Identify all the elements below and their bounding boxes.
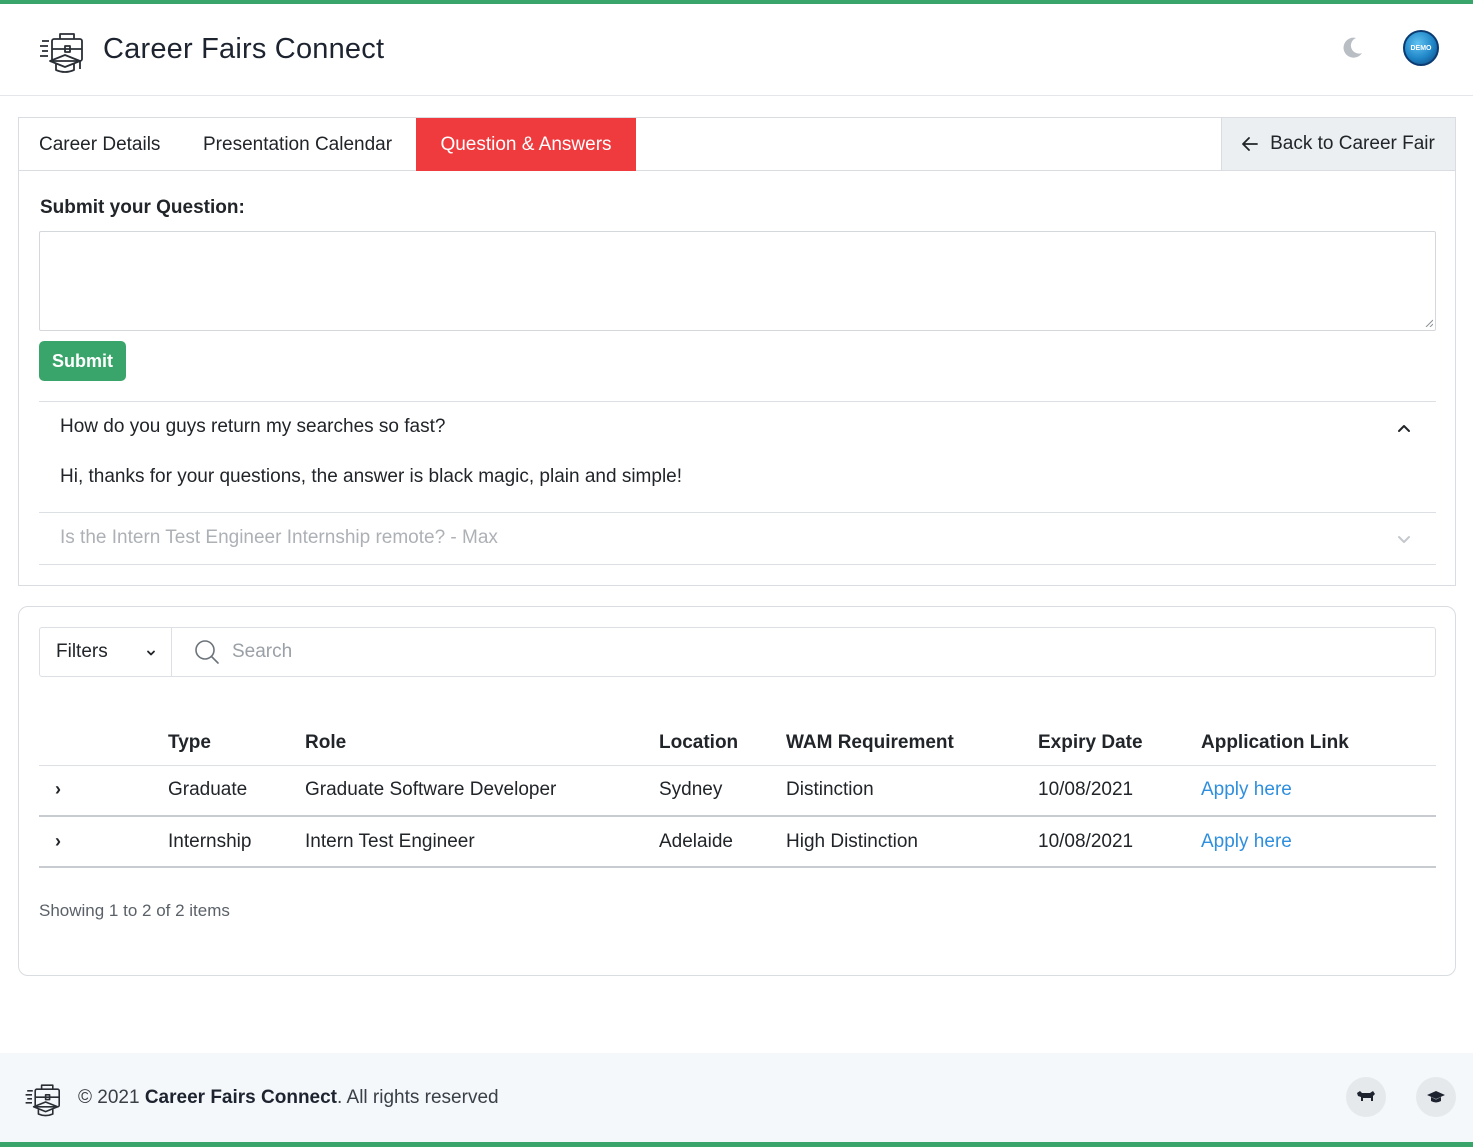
- jobs-table-card: Filters Type Role Location WAM Requireme…: [18, 606, 1456, 976]
- jobs-table: Type Role Location WAM Requirement Expir…: [39, 721, 1436, 868]
- qa-question[interactable]: Is the Intern Test Engineer Internship r…: [60, 527, 498, 549]
- pagination-summary: Showing 1 to 2 of 2 items: [39, 901, 230, 920]
- question-textarea[interactable]: [39, 231, 1436, 331]
- expand-column-header: [39, 721, 168, 766]
- brand[interactable]: Career Fairs Connect: [38, 25, 384, 75]
- app-title: Career Fairs Connect: [103, 33, 385, 65]
- header-actions: DEMO: [1339, 30, 1439, 66]
- column-header-application-link[interactable]: Application Link: [1201, 721, 1436, 766]
- graduation-cap-icon: [1427, 1091, 1445, 1103]
- bottom-accent-strip: [0, 1142, 1473, 1147]
- social-button-graduation[interactable]: [1416, 1077, 1456, 1117]
- filters-dropdown[interactable]: Filters: [40, 628, 172, 676]
- chevron-down-icon: [147, 650, 155, 656]
- cell-application-link: Apply here: [1201, 765, 1436, 817]
- tab-question-answers[interactable]: Question & Answers: [416, 118, 636, 171]
- app-header: Career Fairs Connect DEMO: [0, 4, 1473, 96]
- search-input[interactable]: [232, 641, 1132, 663]
- cell-type: Internship: [168, 816, 305, 868]
- column-header-expiry[interactable]: Expiry Date: [1038, 721, 1201, 766]
- cell-wam: Distinction: [786, 765, 1038, 817]
- apply-link[interactable]: Apply here: [1201, 831, 1292, 852]
- copyright-brand: Career Fairs Connect: [144, 1086, 338, 1108]
- back-button-label: Back to Career Fair: [1270, 133, 1435, 154]
- qa-card: Career Details Presentation Calendar Que…: [18, 117, 1456, 586]
- copyright-prefix: © 2021: [78, 1086, 145, 1108]
- qa-answer: Hi, thanks for your questions, the answe…: [60, 466, 683, 487]
- submit-button[interactable]: Submit: [39, 341, 126, 381]
- cell-location: Adelaide: [659, 816, 786, 868]
- table-header-row: Type Role Location WAM Requirement Expir…: [39, 721, 1436, 766]
- qa-accordion-item: How do you guys return my searches so fa…: [39, 401, 1436, 513]
- copyright-text: © 2021 Career Fairs Connect. All rights …: [78, 1087, 499, 1109]
- expand-row-icon[interactable]: ›: [55, 779, 61, 800]
- cell-type: Graduate: [168, 765, 305, 817]
- expand-row-icon[interactable]: ›: [55, 831, 61, 852]
- arrow-left-icon: [1242, 137, 1259, 151]
- cell-role: Intern Test Engineer: [305, 816, 659, 868]
- bull-icon: [1357, 1091, 1375, 1101]
- tab-career-details[interactable]: Career Details: [19, 118, 180, 171]
- cell-expiry: 10/08/2021: [1038, 765, 1201, 817]
- table-row: › Graduate Graduate Software Developer S…: [39, 765, 1436, 817]
- column-header-wam[interactable]: WAM Requirement: [786, 721, 1038, 766]
- cell-role: Graduate Software Developer: [305, 765, 659, 817]
- chevron-down-icon[interactable]: [1396, 531, 1412, 547]
- cell-expiry: 10/08/2021: [1038, 816, 1201, 868]
- column-header-role[interactable]: Role: [305, 721, 659, 766]
- cell-application-link: Apply here: [1201, 816, 1436, 868]
- moon-icon[interactable]: [1339, 35, 1365, 61]
- tab-presentation-calendar[interactable]: Presentation Calendar: [183, 118, 412, 171]
- qa-question[interactable]: How do you guys return my searches so fa…: [60, 416, 445, 438]
- back-to-career-fair-button[interactable]: Back to Career Fair: [1221, 118, 1455, 170]
- cell-wam: High Distinction: [786, 816, 1038, 868]
- copyright-suffix: . All rights reserved: [337, 1086, 499, 1108]
- cell-location: Sydney: [659, 765, 786, 817]
- row-expand-cell: ›: [39, 765, 168, 817]
- search-box: [172, 628, 1435, 676]
- apply-link[interactable]: Apply here: [1201, 779, 1292, 800]
- row-expand-cell: ›: [39, 816, 168, 868]
- filters-label: Filters: [56, 641, 108, 662]
- resize-grip-icon[interactable]: [1425, 319, 1433, 327]
- column-header-type[interactable]: Type: [168, 721, 305, 766]
- search-icon: [195, 640, 219, 664]
- table-row: › Internship Intern Test Engineer Adelai…: [39, 816, 1436, 868]
- qa-accordion-item: Is the Intern Test Engineer Internship r…: [39, 513, 1436, 565]
- social-button-bull[interactable]: [1346, 1077, 1386, 1117]
- column-header-location[interactable]: Location: [659, 721, 786, 766]
- tab-bar: Career Details Presentation Calendar Que…: [19, 118, 1455, 171]
- footer: © 2021 Career Fairs Connect. All rights …: [0, 1053, 1473, 1142]
- avatar[interactable]: DEMO: [1403, 30, 1439, 66]
- question-form-label: Submit your Question:: [40, 197, 245, 218]
- briefcase-logo-icon: [40, 32, 83, 73]
- briefcase-logo-icon: [25, 1083, 60, 1116]
- filter-bar: Filters: [39, 627, 1436, 677]
- chevron-up-icon[interactable]: [1396, 420, 1412, 436]
- avatar-label: DEMO: [1410, 44, 1432, 52]
